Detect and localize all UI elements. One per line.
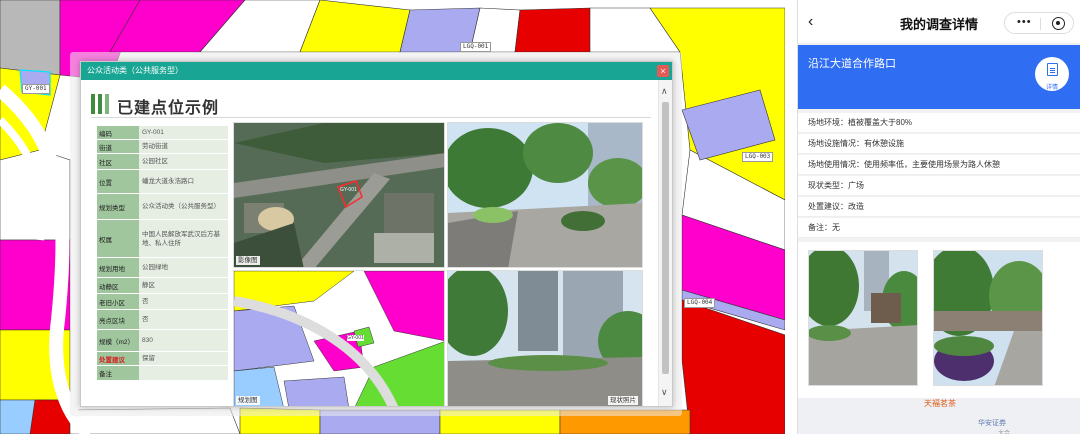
table-row: 动静区 静区 xyxy=(97,277,228,294)
mobile-navbar: ‹ 我的调查详情 ••• xyxy=(798,0,1080,44)
parcel-info-dialog: 公众活动类（公共服务型） × 已建点位示例 编码 GY-001 街道 劳动街道 社区… xyxy=(80,61,673,407)
field-key: 规模（m2） xyxy=(97,329,139,352)
detail-button[interactable]: 详情 xyxy=(1035,57,1069,91)
table-row: 位置 蟠龙大道永浩路口 xyxy=(97,169,228,194)
section-bar-icon xyxy=(98,94,102,114)
field-key: 社区 xyxy=(97,153,139,170)
section-header: 已建点位示例 xyxy=(91,92,651,118)
plan-parcel-label: GY-001 xyxy=(347,335,364,341)
miniprogram-capsule: ••• xyxy=(1004,12,1074,34)
document-icon xyxy=(1046,63,1058,76)
photo-gallery xyxy=(798,242,1080,398)
field-value: GY-001 xyxy=(139,125,228,140)
capsule-divider xyxy=(1040,18,1041,30)
field-key: 老旧小区 xyxy=(97,293,139,310)
gallery-photo-2-drawing xyxy=(934,251,1042,385)
poi-label: 华安证券 xyxy=(978,420,1006,427)
detail-label: 详情 xyxy=(1045,85,1058,91)
site-photo-1[interactable] xyxy=(447,122,643,268)
screenshot-stage: GY-001 LGQ-001 LGQ-003 LGQ-004 公众活动类（公共服… xyxy=(0,0,1080,434)
plan-caption: 规划图 xyxy=(236,396,260,405)
site-caption: 现状照片 xyxy=(608,396,638,405)
parcel-label: GY-001 xyxy=(22,84,50,94)
field-value: 公众活动类（公共服务型） xyxy=(139,193,228,220)
chevron-up-icon[interactable]: ∧ xyxy=(661,86,668,97)
field-value: 公园绿地 xyxy=(139,257,228,278)
field-value: 830 xyxy=(139,329,228,352)
field-key: 街道 xyxy=(97,139,139,154)
table-row: 社区 公园社区 xyxy=(97,153,228,170)
dialog-title: 公众活动类（公共服务型） xyxy=(87,66,183,75)
aerial-parcel-label: GY-001 xyxy=(340,187,357,193)
plan-image[interactable]: GY-001 规划图 xyxy=(233,270,445,406)
field-value: 蟠龙大道永浩路口 xyxy=(139,169,228,194)
field-value: 公园社区 xyxy=(139,153,228,170)
planning-map[interactable]: GY-001 LGQ-001 LGQ-003 LGQ-004 公众活动类（公共服… xyxy=(0,0,785,434)
field-key: 备注 xyxy=(97,365,139,380)
dialog-body: 已建点位示例 编码 GY-001 街道 劳动街道 社区 公园社区 位置 蟠龙大道永浩路口… xyxy=(81,80,658,406)
field-value xyxy=(139,365,228,380)
parcel-label: LGQ-004 xyxy=(684,298,716,308)
field-value: 否 xyxy=(139,309,228,330)
gallery-photo-1-drawing xyxy=(809,251,917,385)
location-title: 沿江大道合作路口 xyxy=(808,58,896,70)
poi-label: 天福茗茶 xyxy=(924,399,956,408)
field-key: 处置建议 xyxy=(97,351,139,366)
field-key: 动静区 xyxy=(97,277,139,294)
dialog-scrollbar[interactable]: ∧ ∨ xyxy=(658,80,672,406)
table-row: 权属 中国人民解放军武汉后方基地、私人住所 xyxy=(97,219,228,258)
more-icon[interactable]: ••• xyxy=(1017,16,1032,28)
site-photo-2-drawing xyxy=(448,271,642,406)
field-key: 位置 xyxy=(97,169,139,194)
info-row: 场地使用情况：使用频率低，主要使用场景为路人休憩 xyxy=(798,155,1080,175)
mini-map[interactable]: 天福茗茶 华安证券 大合 xyxy=(798,398,1080,434)
mobile-survey-detail: ‹ 我的调查详情 ••• 沿江大道合作路口 详情 场地环境：植被覆盖大于80% … xyxy=(797,0,1080,434)
info-row: 处置建议：改造 xyxy=(798,197,1080,217)
site-photo-2[interactable]: 现状照片 xyxy=(447,270,643,406)
plan-image-drawing xyxy=(234,271,444,406)
table-row: 亮点区块否 xyxy=(97,309,228,330)
table-row: 备注 xyxy=(97,365,228,380)
parcel-label: LGQ-001 xyxy=(460,42,492,52)
aerial-caption: 影像图 xyxy=(236,256,260,265)
info-row: 备注：无 xyxy=(798,218,1080,238)
close-icon[interactable]: × xyxy=(657,65,669,77)
info-row: 现状类型：广场 xyxy=(798,176,1080,196)
field-key: 编码 xyxy=(97,125,139,140)
table-row: 处置建议 保留 xyxy=(97,351,228,366)
field-key: 规划用地 xyxy=(97,257,139,278)
table-row: 老旧小区否 xyxy=(97,293,228,310)
field-key: 规划类型 xyxy=(97,193,139,220)
field-value: 静区 xyxy=(139,277,228,294)
table-row: 规划类型 公众活动类（公共服务型） xyxy=(97,193,228,220)
section-bar-icon xyxy=(91,94,95,114)
chevron-down-icon[interactable]: ∨ xyxy=(661,387,668,398)
close-target-icon[interactable] xyxy=(1052,17,1065,30)
table-row: 编码 GY-001 xyxy=(97,125,228,140)
table-row: 街道 劳动街道 xyxy=(97,139,228,154)
aerial-image[interactable]: GY-001 影像图 xyxy=(233,122,445,268)
section-bar-icon xyxy=(105,94,109,114)
poi-label: 大合 xyxy=(998,431,1011,434)
field-key: 亮点区块 xyxy=(97,309,139,330)
dialog-titlebar[interactable]: 公众活动类（公共服务型） × xyxy=(81,62,672,80)
location-banner: 沿江大道合作路口 详情 xyxy=(798,45,1080,109)
field-value: 保留 xyxy=(139,351,228,366)
table-row: 规划用地 公园绿地 xyxy=(97,257,228,278)
field-value: 否 xyxy=(139,293,228,310)
info-row: 场地环境：植被覆盖大于80% xyxy=(798,113,1080,133)
aerial-image-drawing xyxy=(234,123,444,267)
field-value: 劳动街道 xyxy=(139,139,228,154)
scrollbar-thumb[interactable] xyxy=(662,102,669,374)
table-row: 规模（m2） 830 xyxy=(97,329,228,352)
site-photo-1-drawing xyxy=(448,123,642,267)
field-value: 中国人民解放军武汉后方基地、私人住所 xyxy=(139,219,228,258)
gallery-photo-1[interactable] xyxy=(808,250,918,386)
section-title: 已建点位示例 xyxy=(117,100,220,117)
parcel-label: LGQ-003 xyxy=(742,152,774,162)
parcel-attribute-table: 编码 GY-001 街道 劳动街道 社区 公园社区 位置 蟠龙大道永浩路口 规划类型 公众… xyxy=(97,125,228,380)
field-key: 权属 xyxy=(97,219,139,258)
info-row: 场地设施情况：有休憩设施 xyxy=(798,134,1080,154)
gallery-photo-2[interactable] xyxy=(933,250,1043,386)
